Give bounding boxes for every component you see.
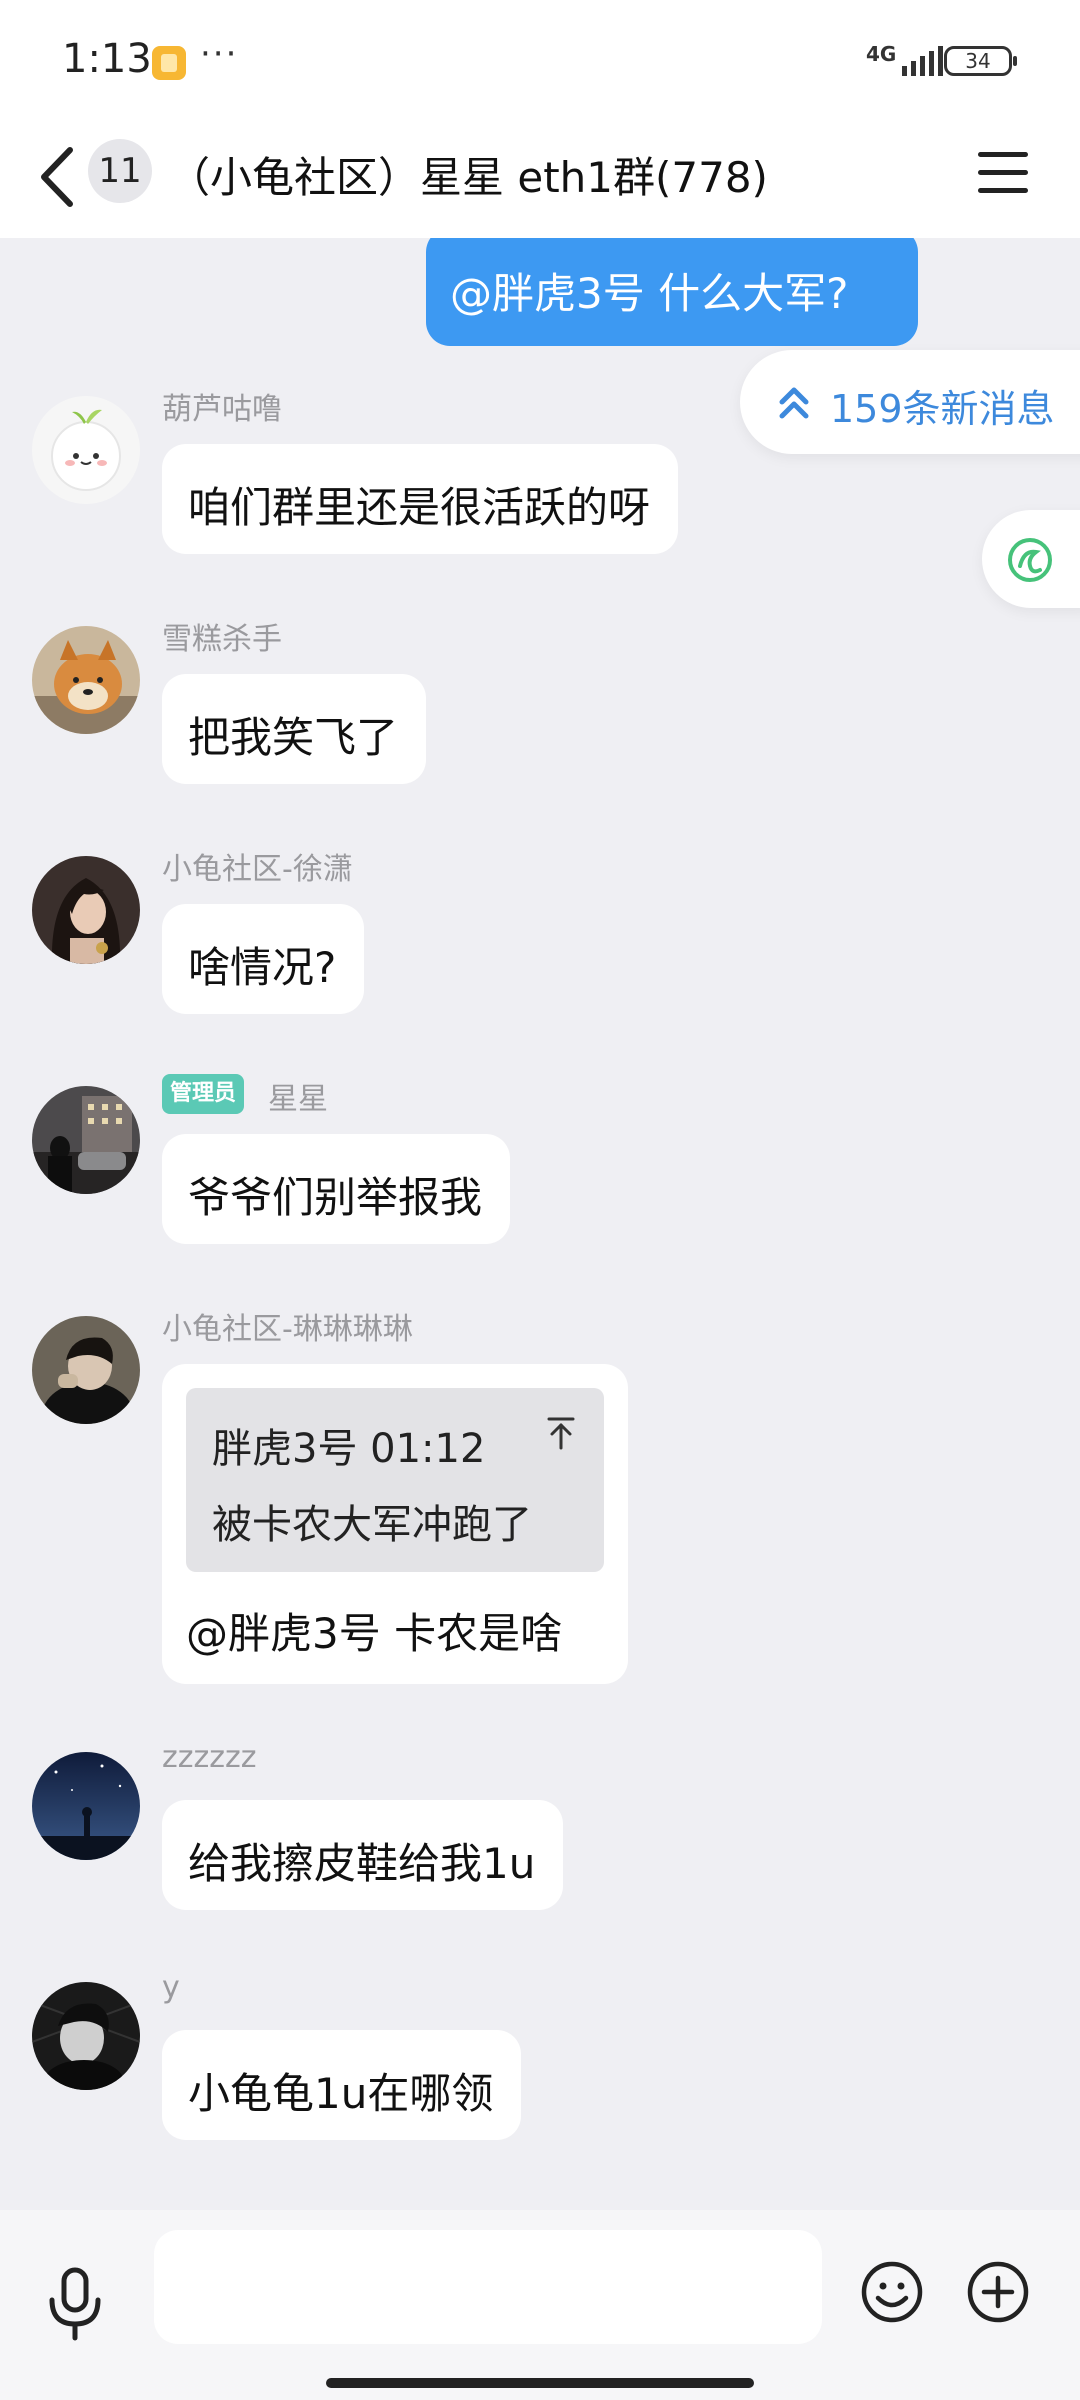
more-notifications-icon: ··· bbox=[200, 34, 239, 74]
home-indicator[interactable] bbox=[326, 2378, 754, 2388]
sender-name: 星星 bbox=[268, 1082, 328, 1117]
my-message-bubble[interactable]: @胖虎3号 什么大军? bbox=[426, 238, 918, 346]
quoted-message[interactable]: 胖虎3号 01:12 被卡农大军冲跑了 bbox=[186, 1388, 604, 1572]
message-bubble[interactable]: 啥情况? bbox=[162, 904, 365, 1014]
input-bar bbox=[0, 2210, 1080, 2400]
emoji-icon[interactable] bbox=[860, 2260, 924, 2324]
avatar[interactable] bbox=[32, 856, 140, 964]
sender-name: 小龟社区-琳琳琳琳 bbox=[162, 1312, 413, 1347]
status-time: 1:13 bbox=[62, 36, 152, 82]
unread-count-badge[interactable]: 11 bbox=[88, 139, 152, 203]
message-bubble[interactable]: 给我擦皮鞋给我1u bbox=[162, 1800, 564, 1910]
quote-reply-bubble[interactable]: 胖虎3号 01:12 被卡农大军冲跑了 @胖虎3号 卡农是啥 bbox=[162, 1364, 628, 1684]
microphone-icon[interactable] bbox=[40, 2266, 110, 2342]
network-type: 4G bbox=[866, 42, 897, 66]
sender-name: 葫芦咕噜 bbox=[162, 392, 282, 427]
notes-app-icon bbox=[152, 46, 186, 80]
quoted-text: 被卡农大军冲跑了 bbox=[212, 1502, 532, 1548]
message-bubble[interactable]: 把我笑飞了 bbox=[162, 674, 427, 784]
floating-assistant-button[interactable] bbox=[982, 510, 1080, 608]
quoted-author-time: 胖虎3号 01:12 bbox=[212, 1426, 486, 1472]
message-input[interactable] bbox=[154, 2230, 822, 2344]
battery-icon: 34 bbox=[944, 46, 1017, 76]
avatar[interactable] bbox=[32, 1752, 140, 1860]
message-bubble[interactable]: 咱们群里还是很活跃的呀 bbox=[162, 444, 679, 554]
new-messages-label: 159条新消息 bbox=[830, 387, 1055, 431]
message-list[interactable]: @胖虎3号 什么大军? 葫芦咕噜 咱们群里还是很活跃的呀 雪糕杀手 把我笑飞了 … bbox=[0, 238, 1080, 2210]
plus-icon[interactable] bbox=[966, 2260, 1030, 2324]
avatar[interactable] bbox=[32, 626, 140, 734]
jump-to-quote-icon[interactable] bbox=[546, 1416, 576, 1450]
sender-name: y bbox=[162, 1970, 180, 2005]
sender-name: 雪糕杀手 bbox=[162, 622, 282, 657]
status-bar: 1:13 ··· 4G 34 bbox=[0, 0, 1080, 120]
avatar[interactable] bbox=[32, 396, 140, 504]
new-messages-button[interactable]: 159条新消息 bbox=[740, 350, 1080, 454]
message-bubble[interactable]: 爷爷们别举报我 bbox=[162, 1134, 511, 1244]
chat-title: （小龟社区）星星 eth1群(778) bbox=[168, 153, 768, 202]
sender-name: zzzzzz bbox=[162, 1740, 257, 1775]
signal-icon bbox=[902, 46, 943, 76]
back-arrow-icon[interactable] bbox=[30, 142, 90, 212]
avatar[interactable] bbox=[32, 1316, 140, 1424]
reply-text: @胖虎3号 卡农是啥 bbox=[186, 1609, 563, 1658]
admin-badge: 管理员 bbox=[162, 1074, 245, 1114]
sender-name: 小龟社区-徐潇 bbox=[162, 852, 353, 887]
message-bubble[interactable]: 小龟龟1u在哪领 bbox=[162, 2030, 522, 2140]
avatar[interactable] bbox=[32, 1086, 140, 1194]
menu-icon[interactable] bbox=[978, 148, 1030, 198]
chat-header: 11 （小龟社区）星星 eth1群(778) bbox=[0, 120, 1080, 238]
assistant-icon bbox=[1008, 538, 1052, 582]
avatar[interactable] bbox=[32, 1982, 140, 2090]
double-chevron-up-icon bbox=[779, 387, 809, 419]
